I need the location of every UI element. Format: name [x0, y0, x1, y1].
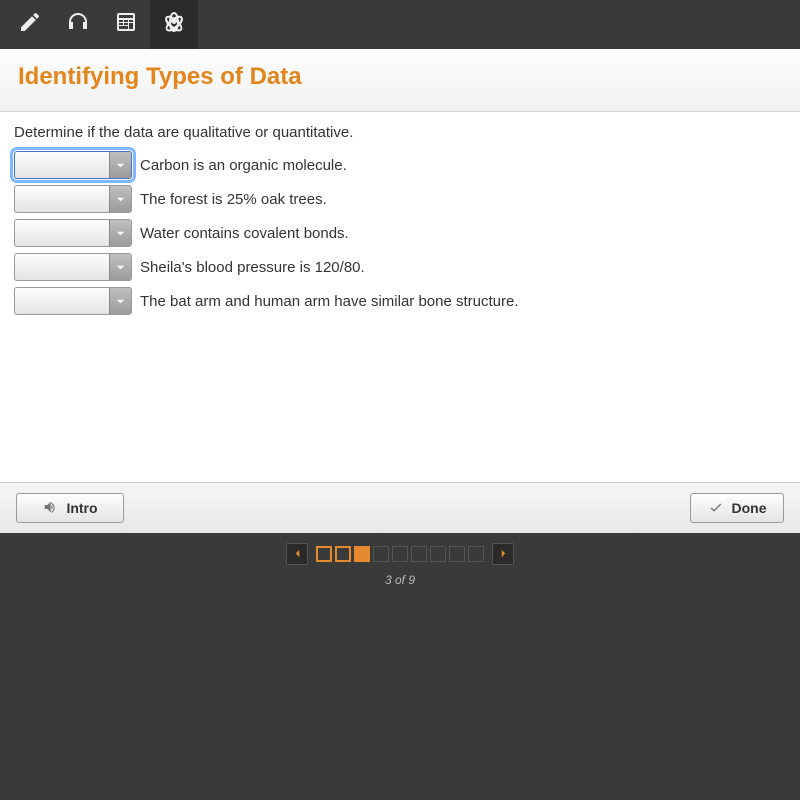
- done-button-label: Done: [732, 500, 767, 516]
- intro-button-label: Intro: [66, 500, 97, 516]
- calculator-tool-button[interactable]: [102, 0, 150, 49]
- page-indicator-8[interactable]: [449, 546, 465, 562]
- question-text: Carbon is an organic molecule.: [140, 157, 347, 174]
- pager: [286, 543, 514, 565]
- headphones-icon: [66, 10, 90, 39]
- page-indicator-5[interactable]: [392, 546, 408, 562]
- question-row: Carbon is an organic molecule.: [14, 151, 786, 179]
- question-text: Sheila's blood pressure is 120/80.: [140, 259, 365, 276]
- chevron-down-icon: [109, 186, 131, 212]
- pencil-tool-button[interactable]: [6, 0, 54, 49]
- chevron-down-icon: [109, 220, 131, 246]
- done-button[interactable]: Done: [690, 493, 784, 523]
- pager-label: 3 of 9: [385, 573, 415, 587]
- page-indicator-3[interactable]: [354, 546, 370, 562]
- answer-dropdown-2[interactable]: [14, 185, 132, 213]
- button-bar: Intro Done: [0, 482, 800, 533]
- panel-header: Identifying Types of Data: [0, 49, 800, 112]
- speaker-icon: [42, 499, 58, 518]
- question-text: The forest is 25% oak trees.: [140, 191, 327, 208]
- question-row: The bat arm and human arm have similar b…: [14, 287, 786, 315]
- atom-icon: [162, 10, 186, 39]
- chevron-down-icon: [109, 288, 131, 314]
- answer-dropdown-3[interactable]: [14, 219, 132, 247]
- top-toolbar: [0, 0, 800, 49]
- check-icon: [708, 499, 724, 518]
- pencil-icon: [18, 10, 42, 39]
- page-squares: [316, 546, 484, 562]
- chevron-left-icon: [293, 545, 302, 563]
- intro-button[interactable]: Intro: [16, 493, 124, 523]
- pager-next-button[interactable]: [492, 543, 514, 565]
- science-tool-button[interactable]: [150, 0, 198, 49]
- answer-dropdown-1[interactable]: [14, 151, 132, 179]
- pager-area: 3 of 9: [0, 533, 800, 800]
- pager-prev-button[interactable]: [286, 543, 308, 565]
- panel-body: Determine if the data are qualitative or…: [0, 112, 800, 482]
- question-text: Water contains covalent bonds.: [140, 225, 349, 242]
- answer-dropdown-5[interactable]: [14, 287, 132, 315]
- page-indicator-6[interactable]: [411, 546, 427, 562]
- page-indicator-1[interactable]: [316, 546, 332, 562]
- question-row: Sheila's blood pressure is 120/80.: [14, 253, 786, 281]
- question-text: The bat arm and human arm have similar b…: [140, 293, 519, 310]
- question-row: Water contains covalent bonds.: [14, 219, 786, 247]
- instruction-text: Determine if the data are qualitative or…: [14, 124, 786, 141]
- audio-tool-button[interactable]: [54, 0, 102, 49]
- question-row: The forest is 25% oak trees.: [14, 185, 786, 213]
- page-indicator-2[interactable]: [335, 546, 351, 562]
- page-indicator-4[interactable]: [373, 546, 389, 562]
- chevron-down-icon: [109, 152, 131, 178]
- chevron-down-icon: [109, 254, 131, 280]
- content-panel: Identifying Types of Data Determine if t…: [0, 49, 800, 533]
- page-indicator-7[interactable]: [430, 546, 446, 562]
- chevron-right-icon: [499, 545, 508, 563]
- page-indicator-9[interactable]: [468, 546, 484, 562]
- calculator-icon: [114, 10, 138, 39]
- page-title: Identifying Types of Data: [18, 63, 782, 91]
- answer-dropdown-4[interactable]: [14, 253, 132, 281]
